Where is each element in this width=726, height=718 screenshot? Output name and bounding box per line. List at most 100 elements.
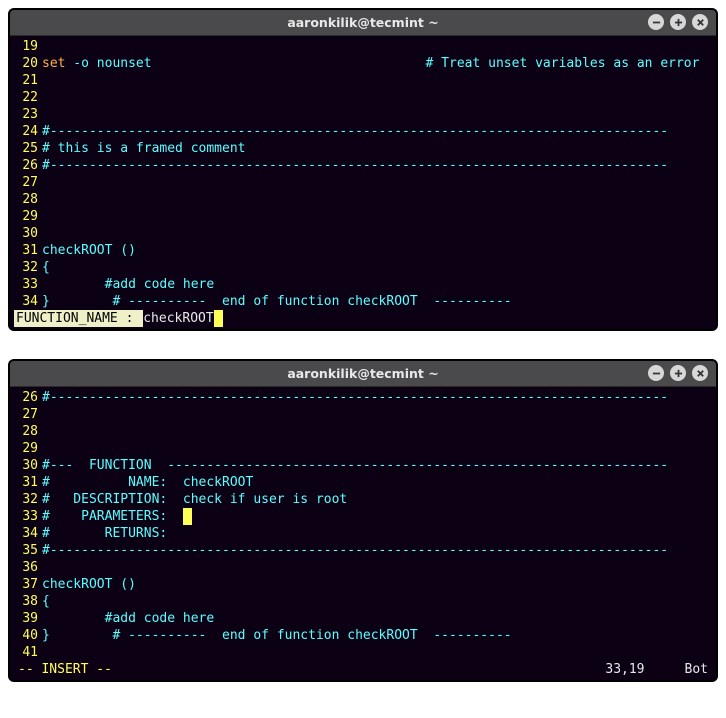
line-number: 30 bbox=[14, 457, 42, 474]
code-line: 25# this is a framed comment bbox=[14, 140, 712, 157]
code-text bbox=[42, 106, 712, 123]
code-text: #add code here bbox=[42, 276, 712, 293]
line-number: 38 bbox=[14, 593, 42, 610]
line-number: 33 bbox=[14, 508, 42, 525]
code-line: 41 bbox=[14, 644, 712, 661]
line-number: 31 bbox=[14, 242, 42, 259]
code-text bbox=[42, 174, 712, 191]
code-line: 28 bbox=[14, 191, 712, 208]
code-line: 28 bbox=[14, 423, 712, 440]
code-text: } # ---------- end of function checkROOT… bbox=[42, 627, 712, 644]
code-line: 34} # ---------- end of function checkRO… bbox=[14, 293, 712, 310]
text-cursor bbox=[183, 508, 192, 525]
code-text: checkROOT () bbox=[42, 576, 712, 593]
code-text bbox=[42, 406, 712, 423]
line-number: 34 bbox=[14, 293, 42, 310]
code-text: #---------------------------------------… bbox=[42, 157, 712, 174]
code-line: 30#--- FUNCTION ------------------------… bbox=[14, 457, 712, 474]
line-number: 29 bbox=[14, 208, 42, 225]
code-text bbox=[42, 440, 712, 457]
titlebar[interactable]: aaronkilik@tecmint ~ bbox=[10, 361, 716, 387]
code-text: #---------------------------------------… bbox=[42, 389, 712, 406]
vim-status-line: -- INSERT --33,19Bot bbox=[14, 661, 712, 678]
code-text: #---------------------------------------… bbox=[42, 123, 712, 140]
code-line: 30 bbox=[14, 225, 712, 242]
line-number: 28 bbox=[14, 423, 42, 440]
window-controls bbox=[648, 365, 708, 381]
code-text bbox=[42, 644, 712, 661]
code-line: 39 #add code here bbox=[14, 610, 712, 627]
line-number: 34 bbox=[14, 525, 42, 542]
code-text: set -o nounset # Treat unset variables a… bbox=[42, 55, 712, 72]
line-number: 32 bbox=[14, 491, 42, 508]
minimize-icon[interactable] bbox=[648, 365, 664, 381]
close-icon[interactable] bbox=[692, 365, 708, 381]
line-number: 41 bbox=[14, 644, 42, 661]
titlebar[interactable]: aaronkilik@tecmint ~ bbox=[10, 10, 716, 36]
code-line: 37checkROOT () bbox=[14, 576, 712, 593]
cursor-position: 33,19 bbox=[605, 661, 684, 678]
code-line: 27 bbox=[14, 406, 712, 423]
line-number: 31 bbox=[14, 474, 42, 491]
maximize-icon[interactable] bbox=[670, 365, 686, 381]
code-line: 32{ bbox=[14, 259, 712, 276]
line-number: 39 bbox=[14, 610, 42, 627]
code-line: 19 bbox=[14, 38, 712, 55]
code-text: #--- FUNCTION --------------------------… bbox=[42, 457, 712, 474]
code-line: 26#-------------------------------------… bbox=[14, 389, 712, 406]
code-line: 31# NAME: checkROOT bbox=[14, 474, 712, 491]
prompt-label: FUNCTION_NAME : bbox=[14, 310, 143, 327]
code-line: 29 bbox=[14, 440, 712, 457]
code-line: 35#-------------------------------------… bbox=[14, 542, 712, 559]
line-number: 20 bbox=[14, 55, 42, 72]
line-number: 36 bbox=[14, 559, 42, 576]
code-line: 33 #add code here bbox=[14, 276, 712, 293]
line-number: 29 bbox=[14, 440, 42, 457]
code-line: 40} # ---------- end of function checkRO… bbox=[14, 627, 712, 644]
code-text: { bbox=[42, 593, 712, 610]
line-number: 28 bbox=[14, 191, 42, 208]
window-title: aaronkilik@tecmint ~ bbox=[10, 15, 716, 30]
code-text: checkROOT () bbox=[42, 242, 712, 259]
maximize-icon[interactable] bbox=[670, 14, 686, 30]
code-line: 29 bbox=[14, 208, 712, 225]
editor-area[interactable]: 26#-------------------------------------… bbox=[10, 387, 716, 680]
code-line: 38{ bbox=[14, 593, 712, 610]
prompt-value: checkROOT bbox=[143, 311, 213, 326]
line-number: 26 bbox=[14, 389, 42, 406]
close-icon[interactable] bbox=[692, 14, 708, 30]
code-text bbox=[42, 191, 712, 208]
terminal-window-1: aaronkilik@tecmint ~ 1920set -o nounset … bbox=[8, 8, 718, 331]
code-line: 32# DESCRIPTION: check if user is root bbox=[14, 491, 712, 508]
minimize-icon[interactable] bbox=[648, 14, 664, 30]
code-text bbox=[42, 423, 712, 440]
code-line: 21 bbox=[14, 72, 712, 89]
code-text: #add code here bbox=[42, 610, 712, 627]
line-number: 25 bbox=[14, 140, 42, 157]
function-name-prompt[interactable]: FUNCTION_NAME : checkROOT bbox=[14, 310, 712, 327]
code-text bbox=[42, 208, 712, 225]
code-text: } # ---------- end of function checkROOT… bbox=[42, 293, 712, 310]
code-line: 24#-------------------------------------… bbox=[14, 123, 712, 140]
code-text: #---------------------------------------… bbox=[42, 542, 712, 559]
line-number: 40 bbox=[14, 627, 42, 644]
line-number: 22 bbox=[14, 89, 42, 106]
code-line: 22 bbox=[14, 89, 712, 106]
terminal-window-2: aaronkilik@tecmint ~ 26#----------------… bbox=[8, 359, 718, 682]
line-number: 26 bbox=[14, 157, 42, 174]
line-number: 24 bbox=[14, 123, 42, 140]
line-number: 27 bbox=[14, 406, 42, 423]
editor-area[interactable]: 1920set -o nounset # Treat unset variabl… bbox=[10, 36, 716, 329]
window-controls bbox=[648, 14, 708, 30]
code-text bbox=[42, 559, 712, 576]
code-line: 31checkROOT () bbox=[14, 242, 712, 259]
line-number: 37 bbox=[14, 576, 42, 593]
text-cursor bbox=[214, 310, 223, 327]
code-line: 27 bbox=[14, 174, 712, 191]
line-number: 21 bbox=[14, 72, 42, 89]
line-number: 27 bbox=[14, 174, 42, 191]
line-number: 19 bbox=[14, 38, 42, 55]
code-line: 23 bbox=[14, 106, 712, 123]
code-line: 20set -o nounset # Treat unset variables… bbox=[14, 55, 712, 72]
code-text: # RETURNS: bbox=[42, 525, 712, 542]
